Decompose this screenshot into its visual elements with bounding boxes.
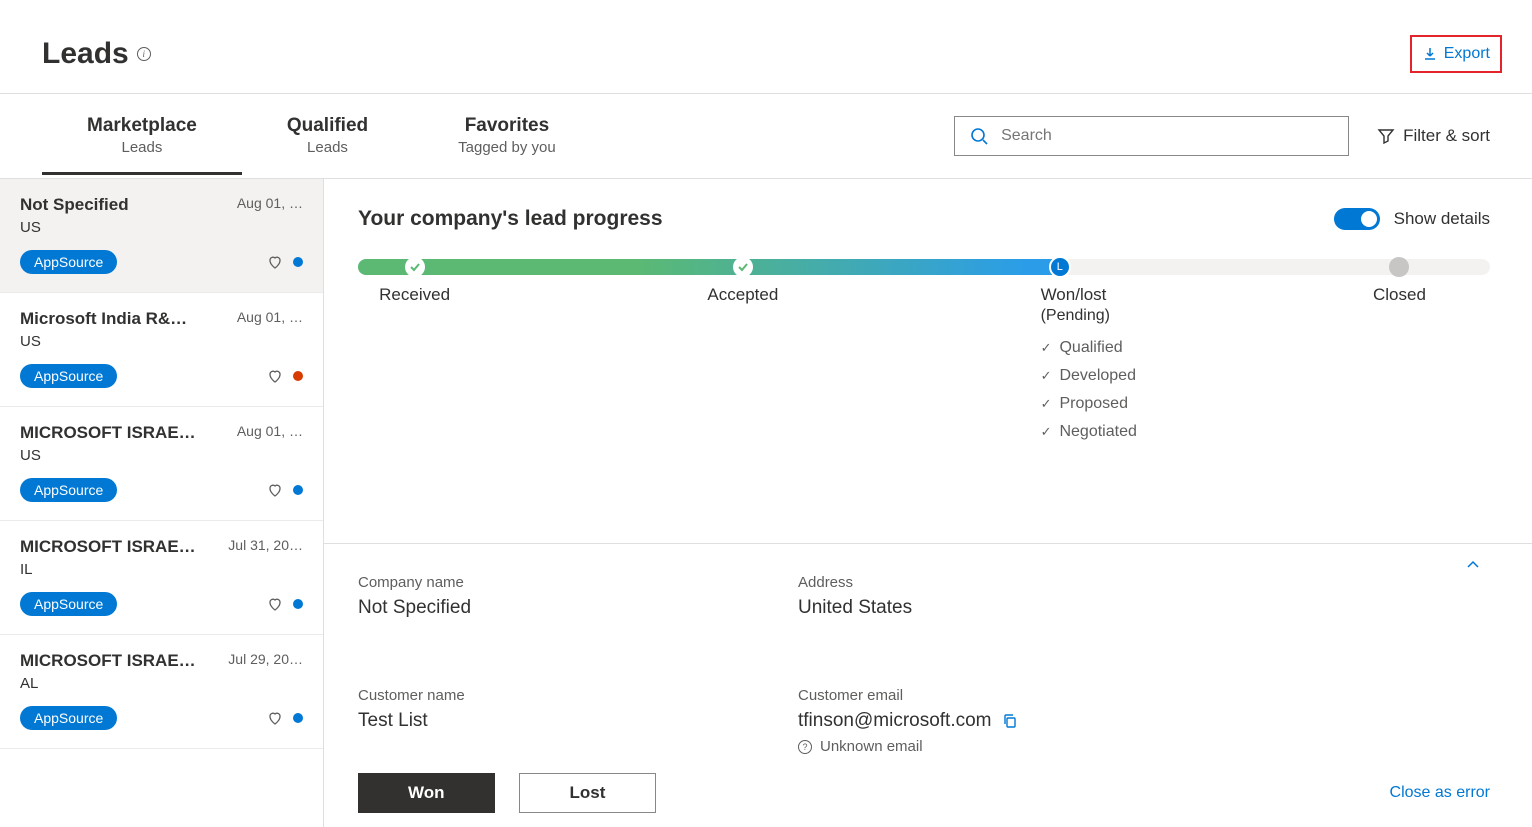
stage-wonlost-text: Won/lost: [1041, 285, 1137, 305]
tab-sub: Tagged by you: [458, 139, 556, 156]
page-title: Leads i: [42, 37, 151, 71]
search-input[interactable]: [1001, 127, 1334, 145]
lead-location: AL: [20, 675, 303, 692]
source-chip: AppSource: [20, 250, 117, 274]
copy-icon[interactable]: [1002, 713, 1018, 729]
tab-sub: Leads: [287, 139, 368, 156]
stage-wonlost-sub: (Pending): [1041, 307, 1137, 325]
address-label: Address: [798, 574, 1178, 591]
lead-name: Not Specified: [20, 195, 129, 215]
export-button[interactable]: Export: [1410, 35, 1502, 73]
page-title-text: Leads: [42, 37, 129, 71]
detail-panel: Your company's lead progress Show detail…: [324, 179, 1532, 827]
lead-date: Aug 01, …: [237, 195, 303, 211]
lead-date: Jul 31, 20…: [228, 537, 303, 553]
lead-date: Aug 01, …: [237, 423, 303, 439]
favorite-icon[interactable]: [267, 368, 283, 384]
filter-sort-label: Filter & sort: [1403, 126, 1490, 146]
customer-email-label: Customer email: [798, 687, 1178, 704]
tabs: Marketplace Leads Qualified Leads Favori…: [42, 97, 601, 175]
sub-stage-item: Developed: [1041, 367, 1137, 385]
favorite-icon[interactable]: [267, 596, 283, 612]
customer-name-value: Test List: [358, 710, 738, 732]
lead-name: Microsoft India R&…: [20, 309, 187, 329]
stage-closed-label: Closed: [1373, 285, 1426, 305]
close-as-error-link[interactable]: Close as error: [1390, 784, 1490, 802]
sub-stage-item: Qualified: [1041, 339, 1137, 357]
lead-date: Aug 01, …: [237, 309, 303, 325]
tab-label: Marketplace: [87, 115, 197, 137]
lead-name: MICROSOFT ISRAE…: [20, 423, 196, 443]
status-dot: [293, 485, 303, 495]
unknown-email-text: Unknown email: [820, 738, 923, 755]
tab-qualified[interactable]: Qualified Leads: [242, 97, 413, 175]
filter-sort-button[interactable]: Filter & sort: [1377, 126, 1490, 146]
stage-wonlost-label: Won/lost (Pending) Qualified Developed Pro…: [1041, 285, 1137, 451]
info-icon[interactable]: i: [137, 47, 151, 61]
collapse-chevron-icon[interactable]: [1464, 556, 1482, 574]
customer-name-label: Customer name: [358, 687, 738, 704]
lead-name: MICROSOFT ISRAE…: [20, 537, 196, 557]
source-chip: AppSource: [20, 706, 117, 730]
download-icon: [1422, 46, 1438, 62]
lead-item[interactable]: Microsoft India R&… Aug 01, … US AppSour…: [0, 293, 323, 407]
toggle-label: Show details: [1394, 209, 1490, 229]
sub-stage-item: Negotiated: [1041, 423, 1137, 441]
lead-item[interactable]: MICROSOFT ISRAE… Aug 01, … US AppSource: [0, 407, 323, 521]
tab-label: Favorites: [458, 115, 556, 137]
show-details-toggle[interactable]: [1334, 208, 1380, 230]
filter-icon: [1377, 127, 1395, 145]
progress-track: L Received Accepted Won/lost (Pending) Q…: [324, 243, 1532, 544]
sub-stage-item: Proposed: [1041, 395, 1137, 413]
toolbar: Marketplace Leads Qualified Leads Favori…: [0, 94, 1532, 179]
favorite-icon[interactable]: [267, 710, 283, 726]
favorite-icon[interactable]: [267, 482, 283, 498]
stage-wonlost-node: L: [1049, 256, 1071, 278]
lead-list: Not Specified Aug 01, … US AppSource Mic…: [0, 179, 324, 827]
lead-item[interactable]: MICROSOFT ISRAE… Jul 31, 20… IL AppSourc…: [0, 521, 323, 635]
favorite-icon[interactable]: [267, 254, 283, 270]
address-value: United States: [798, 597, 1178, 619]
tab-favorites[interactable]: Favorites Tagged by you: [413, 97, 601, 175]
status-dot: [293, 713, 303, 723]
tab-marketplace[interactable]: Marketplace Leads: [42, 97, 242, 175]
status-dot: [293, 599, 303, 609]
stage-accepted-label: Accepted: [707, 285, 778, 305]
search-icon: [969, 126, 989, 146]
source-chip: AppSource: [20, 478, 117, 502]
lead-location: US: [20, 333, 303, 350]
search-box[interactable]: [954, 116, 1349, 156]
source-chip: AppSource: [20, 364, 117, 388]
company-label: Company name: [358, 574, 738, 591]
tab-label: Qualified: [287, 115, 368, 137]
stage-accepted-node: [733, 257, 753, 277]
unknown-email-note: ? Unknown email: [798, 738, 1178, 755]
lead-item[interactable]: Not Specified Aug 01, … US AppSource: [0, 179, 323, 293]
customer-email-value: tfinson@microsoft.com: [798, 710, 992, 732]
stage-received-label: Received: [379, 285, 450, 305]
lead-item[interactable]: MICROSOFT ISRAE… Jul 29, 20… AL AppSourc…: [0, 635, 323, 749]
export-label: Export: [1444, 45, 1490, 63]
progress-fill: [358, 259, 1060, 275]
detail-title: Your company's lead progress: [358, 207, 663, 231]
status-dot: [293, 371, 303, 381]
lead-location: IL: [20, 561, 303, 578]
status-dot: [293, 257, 303, 267]
stage-received-node: [405, 257, 425, 277]
company-value: Not Specified: [358, 597, 738, 619]
lead-location: US: [20, 447, 303, 464]
lead-location: US: [20, 219, 303, 236]
lead-date: Jul 29, 20…: [228, 651, 303, 667]
tab-sub: Leads: [87, 139, 197, 156]
won-button[interactable]: Won: [358, 773, 495, 813]
lead-name: MICROSOFT ISRAE…: [20, 651, 196, 671]
lost-button[interactable]: Lost: [519, 773, 657, 813]
question-icon: ?: [798, 740, 812, 754]
stage-closed-node: [1389, 257, 1409, 277]
source-chip: AppSource: [20, 592, 117, 616]
